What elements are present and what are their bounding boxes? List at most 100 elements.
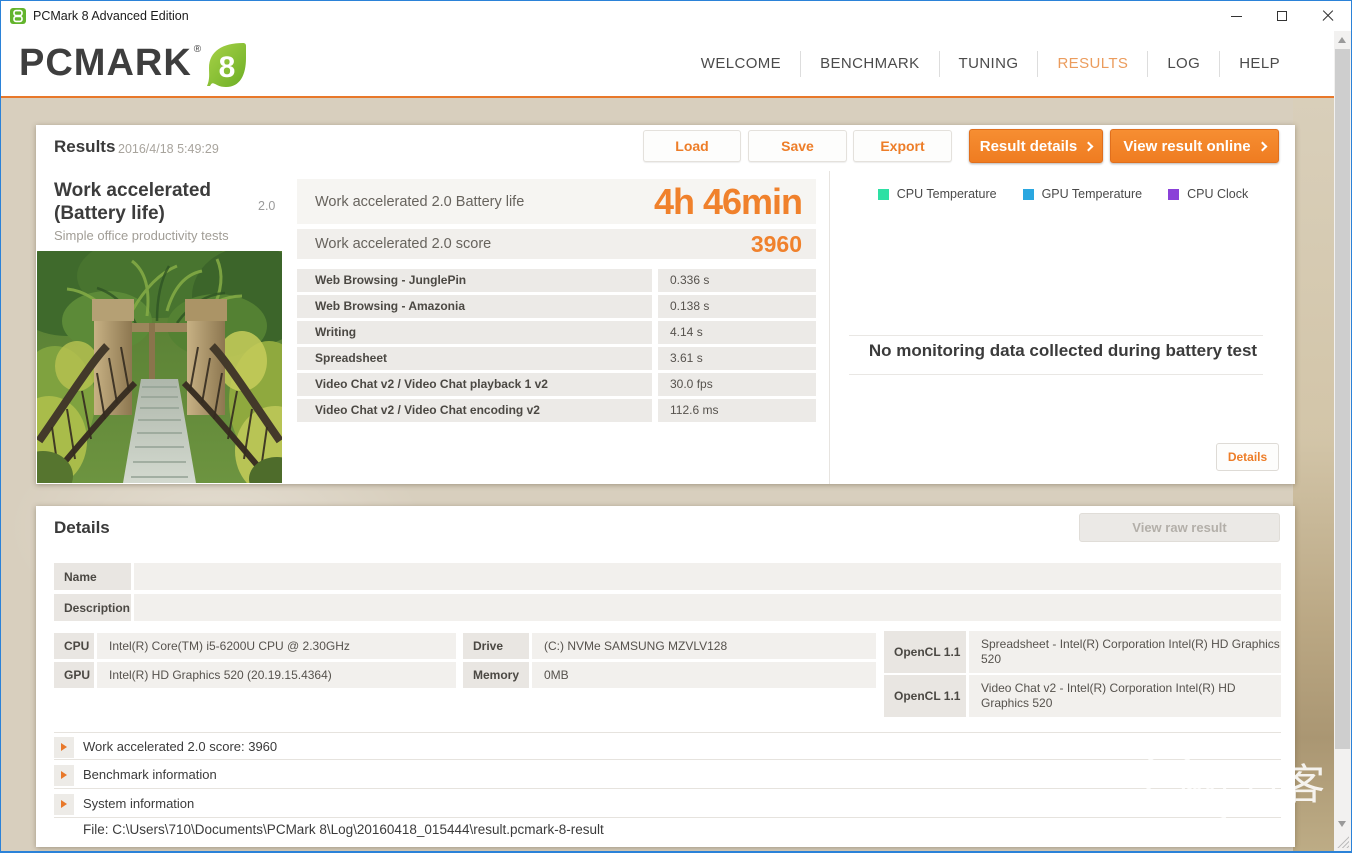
expander-box[interactable] [54,765,74,786]
app-window: PCMark 8 Advanced Edition PCMARK ® 8 WEL… [0,0,1352,853]
metric-row: Web Browsing - Amazonia 0.138 s [297,295,816,318]
column-divider [829,171,830,484]
metric-label: Video Chat v2 / Video Chat playback 1 v2 [297,373,652,396]
minimize-icon [1230,15,1242,17]
drive-row: Drive (C:) NVMe SAMSUNG MZVLV128 [463,633,876,659]
monitoring-legend: CPU Temperature GPU Temperature CPU Cloc… [846,187,1280,201]
triangle-right-icon [61,800,67,808]
legend-label: GPU Temperature [1041,187,1143,201]
chart-gridline [849,374,1263,375]
legend-gpu-temperature: GPU Temperature [1022,187,1143,201]
metric-value: 0.138 s [658,295,816,318]
name-label: Name [54,563,131,590]
scroll-down-icon[interactable] [1338,821,1346,827]
close-icon [1322,10,1334,22]
metric-value: 112.6 ms [658,399,816,422]
metric-label: Spreadsheet [297,347,652,370]
window-title: PCMark 8 Advanced Edition [33,9,189,23]
metric-row: Video Chat v2 / Video Chat playback 1 v2… [297,373,816,396]
close-button[interactable] [1305,1,1351,31]
metric-label: Web Browsing - Amazonia [297,295,652,318]
cpu-row: CPU Intel(R) Core(TM) i5-6200U CPU @ 2.3… [54,633,456,659]
maximize-icon [1277,11,1287,21]
opencl-row: OpenCL 1.1 Video Chat v2 - Intel(R) Corp… [884,675,1281,717]
pcmark-logo: PCMARK ® 8 [19,40,249,90]
details-title: Details [54,518,110,537]
scroll-up-icon[interactable] [1338,37,1346,43]
jungle-bridge-photo [37,251,282,483]
metric-row: Spreadsheet 3.61 s [297,347,816,370]
metric-label: Writing [297,321,652,344]
legend-label: CPU Temperature [896,187,997,201]
app-header: PCMARK ® 8 WELCOME BENCHMARK TUNING RESU… [1,31,1351,98]
score-value: 3960 [750,230,802,257]
metric-row: Video Chat v2 / Video Chat encoding v2 1… [297,399,816,422]
triangle-right-icon [61,743,67,751]
opencl-value: Video Chat v2 - Intel(R) Corporation Int… [969,675,1281,717]
opencl-row: OpenCL 1.1 Spreadsheet - Intel(R) Corpor… [884,631,1281,673]
nav-benchmark[interactable]: BENCHMARK [800,50,938,77]
legend-cpu-temperature: CPU Temperature [877,187,997,201]
vertical-scrollbar[interactable] [1334,31,1351,851]
main-nav: WELCOME BENCHMARK TUNING RESULTS LOG HEL… [682,31,1299,96]
nav-help[interactable]: HELP [1219,50,1299,77]
memory-value: 0MB [532,662,876,688]
nav-tuning[interactable]: TUNING [938,50,1038,77]
nav-welcome[interactable]: WELCOME [682,51,800,77]
maximize-button[interactable] [1259,1,1305,31]
pcmark-app-icon [10,8,26,24]
nav-results[interactable]: RESULTS [1037,50,1147,77]
memory-row: Memory 0MB [463,662,876,688]
metric-row: Web Browsing - JunglePin 0.336 s [297,269,816,292]
cpu-temperature-swatch [877,188,889,200]
metric-label: Video Chat v2 / Video Chat encoding v2 [297,399,652,422]
legend-cpu-clock: CPU Clock [1168,187,1248,201]
minimize-button[interactable] [1213,1,1259,31]
battery-life-row: Work accelerated 2.0 Battery life 4h 46m… [297,179,816,224]
opencl-label: OpenCL 1.1 [884,631,966,673]
gpu-row: GPU Intel(R) HD Graphics 520 (20.19.15.4… [54,662,456,688]
nav-log[interactable]: LOG [1147,50,1219,77]
test-name: Work accelerated (Battery life) [54,180,212,224]
resize-grip-icon[interactable] [1336,835,1349,848]
result-timestamp: 2016/4/18 5:49:29 [118,142,219,156]
results-title: Results [54,137,116,156]
expander-box[interactable] [54,737,74,758]
expander-system-information[interactable]: System information [54,790,1281,818]
expander-label: Benchmark information [83,767,217,782]
legend-label: CPU Clock [1187,187,1249,201]
title-bar: PCMark 8 Advanced Edition [1,1,1351,31]
score-row: Work accelerated 2.0 score 3960 [297,229,816,259]
expander-work-accelerated-score[interactable]: Work accelerated 2.0 score: 3960 [54,732,1281,760]
metric-label: Web Browsing - JunglePin [297,269,652,292]
description-value [134,594,1281,621]
gpu-temperature-swatch [1022,188,1034,200]
expander-label: System information [83,796,195,811]
test-subtitle: Simple office productivity tests [54,228,229,243]
cpu-label: CPU [54,633,94,659]
score-label: Work accelerated 2.0 score [315,236,492,252]
cpu-clock-swatch [1168,188,1180,200]
drive-value: (C:) NVMe SAMSUNG MZVLV128 [532,633,876,659]
expander-benchmark-information[interactable]: Benchmark information [54,761,1281,789]
name-value [134,563,1281,590]
score-column: Work accelerated 2.0 Battery life 4h 46m… [297,125,816,484]
gpu-label: GPU [54,662,94,688]
metric-row: Writing 4.14 s [297,321,816,344]
description-label: Description [54,594,131,621]
no-monitoring-data-message: No monitoring data collected during batt… [868,341,1258,360]
memory-label: Memory [463,662,529,688]
expander-label: Work accelerated 2.0 score: 3960 [83,739,278,754]
metric-value: 0.336 s [658,269,816,292]
leaf-8-icon: 8 [207,43,247,87]
view-raw-result-button[interactable]: View raw result [1079,513,1280,542]
scrollbar-thumb[interactable] [1335,49,1350,749]
drive-label: Drive [463,633,529,659]
monitoring-details-button[interactable]: Details [1216,443,1279,471]
results-panel: Results 2016/4/18 5:49:29 Load Save Expo… [36,125,1295,484]
monitoring-column: CPU Temperature GPU Temperature CPU Cloc… [846,125,1280,484]
name-row: Name [54,563,1281,590]
description-row: Description [54,594,1281,621]
expander-box[interactable] [54,794,74,815]
opencl-label: OpenCL 1.1 [884,675,966,717]
